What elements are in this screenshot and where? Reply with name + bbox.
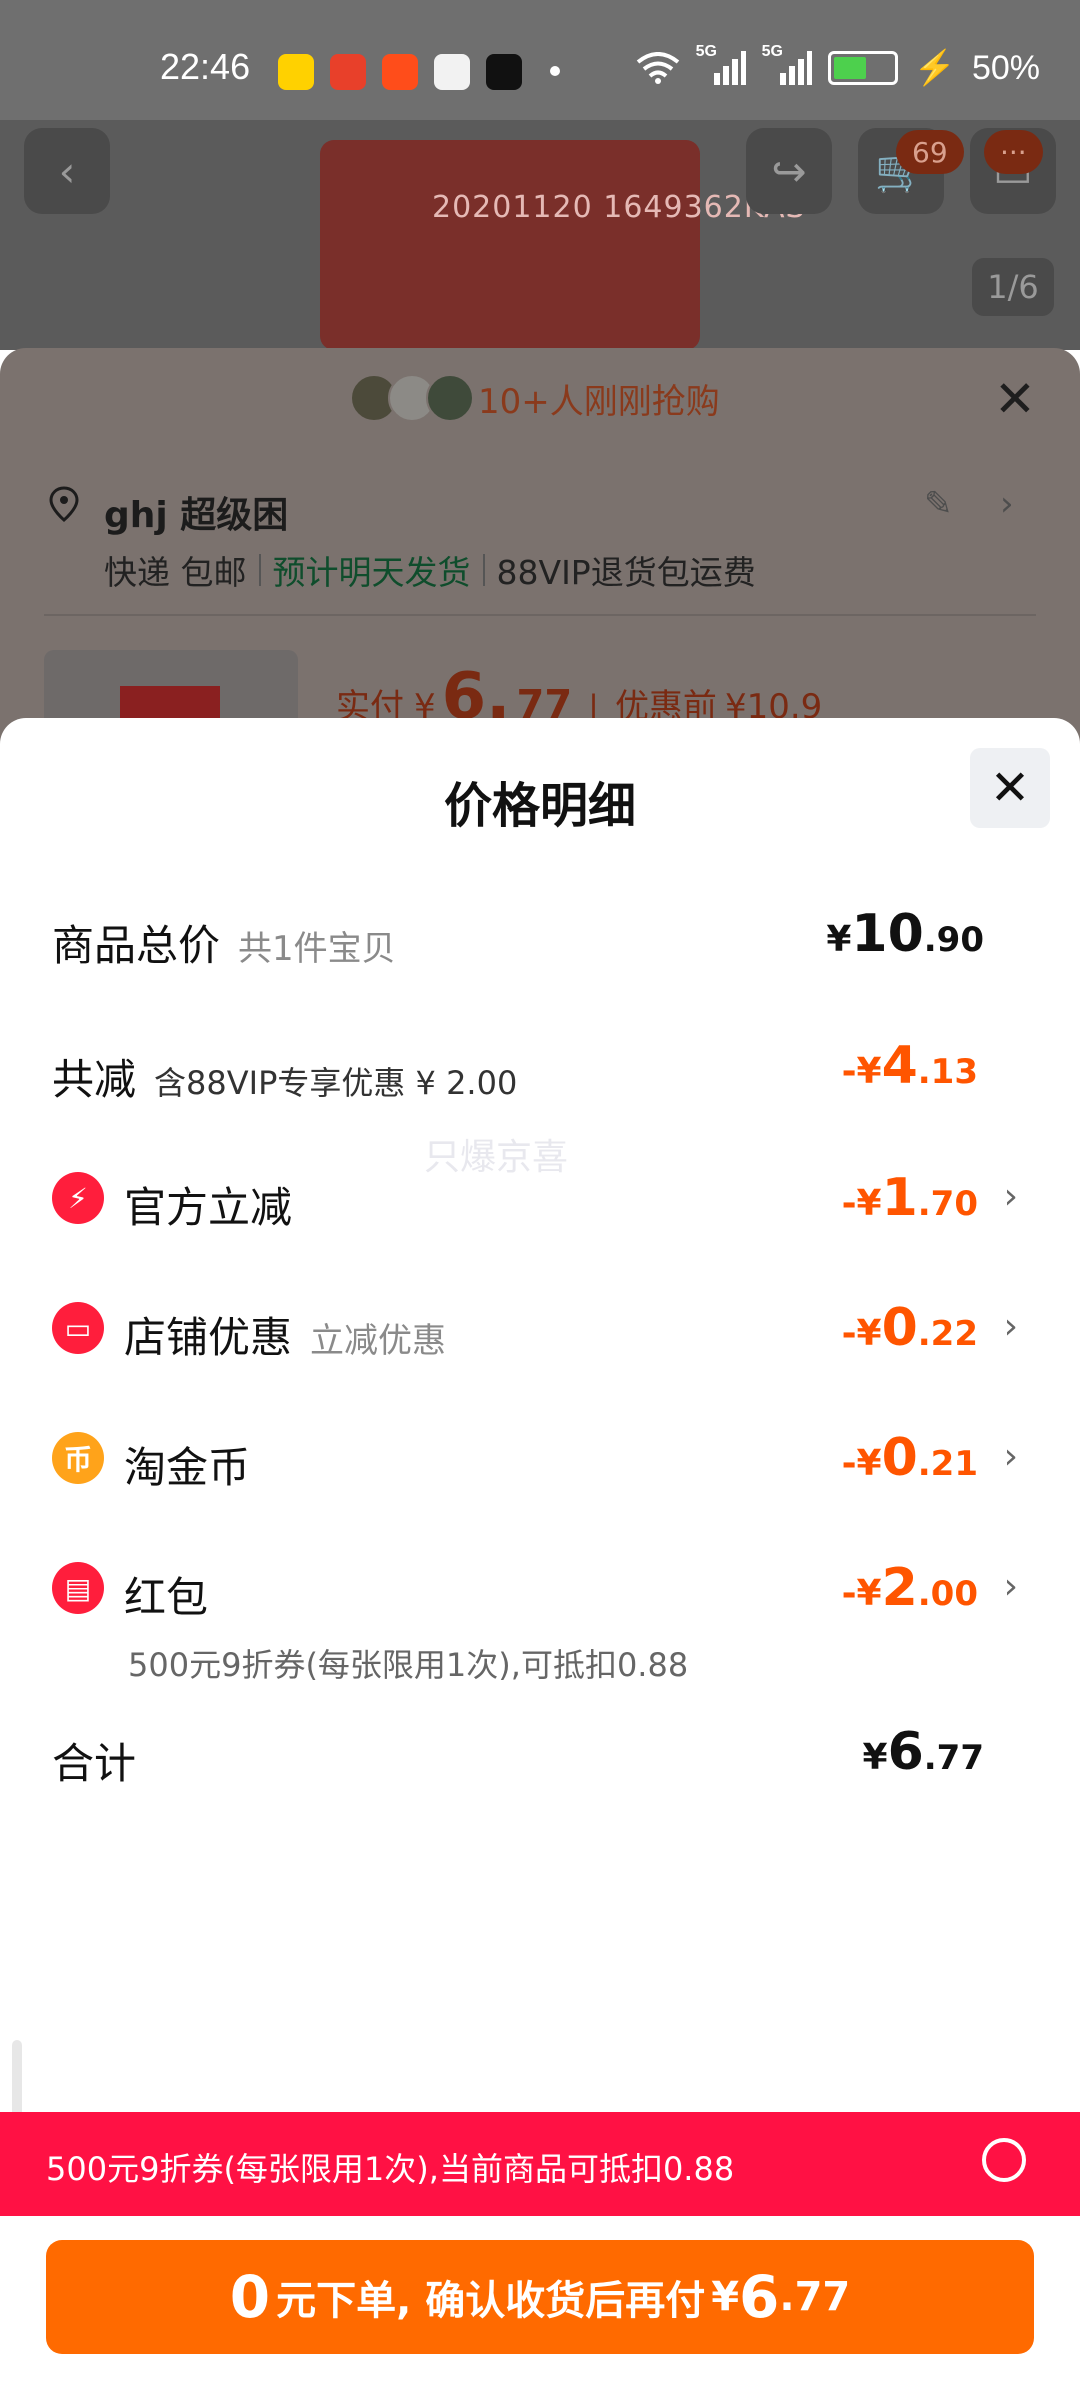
chevron-right-icon[interactable]: › (1004, 1176, 1018, 1217)
red-packet-icon: ▤ (52, 1562, 104, 1614)
tiktok-app-icon (486, 54, 522, 90)
product-image (320, 140, 700, 350)
status-time: 22:46 (160, 46, 251, 87)
coin-discount-row[interactable]: 淘金币 (124, 1434, 250, 1495)
man-app-icon (330, 54, 366, 90)
battery-percent: 50% (971, 48, 1040, 87)
status-indicators: 5G 5G ⚡ 50% (636, 43, 1040, 88)
realme-app-icon (434, 54, 470, 90)
image-pager: 1/6 (972, 258, 1054, 316)
shipping-info: 快递 包邮 预计明天发货 88VIP退货包运费 (104, 546, 756, 594)
coupon-bar-text: 500元9折券(每张限用1次),当前商品可抵扣0.88 (46, 2150, 735, 2188)
official-discount-amount: -¥ 1 .70 (841, 1168, 978, 1228)
sum-amount: ¥ 6 .77 (862, 1722, 984, 1782)
order-sheet-close-icon[interactable]: ✕ (994, 370, 1036, 428)
total-price-label: 商品总价 共1件宝贝 (52, 921, 396, 970)
shopping-app-icon (382, 54, 418, 90)
chevron-right-icon[interactable]: › (1000, 484, 1014, 524)
back-icon: ‹ (58, 146, 76, 196)
shop-discount-amount: -¥ 0 .22 (841, 1298, 978, 1358)
red-packet-amount: -¥ 2 .00 (841, 1558, 978, 1618)
coin-icon: 币 (52, 1432, 104, 1484)
close-icon: ✕ (989, 760, 1031, 816)
divider (44, 614, 1036, 616)
more-badge: ··· (984, 130, 1043, 174)
meituan-app-icon (278, 54, 314, 90)
status-bar: 22:46 5G 5G ⚡ 50% (0, 0, 1080, 120)
charging-icon: ⚡ (913, 49, 956, 87)
total-price-amount: ¥ 10 .90 (826, 904, 984, 964)
shipping-eta: 预计明天发货 (272, 553, 471, 592)
address-name[interactable]: ghj 超级困 (104, 486, 288, 538)
total-discount-label: 共减 含88VIP专享优惠 ¥ 2.00 (52, 1055, 518, 1104)
sum-label: 合计 (52, 1739, 137, 1788)
watermark: 只爆京喜 (424, 1137, 569, 1178)
shipping-method: 快递 包邮 (104, 553, 247, 592)
chevron-right-icon[interactable]: › (1004, 1436, 1018, 1477)
red-packet-row[interactable]: 红包 (124, 1564, 208, 1625)
shipping-vip: 88VIP退货包运费 (496, 553, 756, 592)
lightning-icon: ⚡ (52, 1172, 104, 1224)
cart-count-badge: 69 (896, 130, 964, 174)
coupon-radio-button[interactable] (982, 2138, 1026, 2182)
avatar (426, 374, 474, 422)
total-discount-amount: -¥ 4 .13 (841, 1036, 978, 1096)
edit-icon[interactable]: ✎ (924, 484, 953, 524)
close-button[interactable]: ✕ (970, 748, 1050, 828)
order-button[interactable]: 0 元下单, 确认收货后再付 ¥ 6 .77 (46, 2240, 1034, 2354)
battery-icon (827, 51, 898, 85)
share-button[interactable]: ↪ (746, 128, 832, 214)
buyer-avatars (350, 374, 474, 422)
official-discount-row[interactable]: 官方立减 (124, 1174, 292, 1235)
sheet-title: 价格明细 (443, 778, 636, 834)
coin-discount-amount: -¥ 0 .21 (841, 1428, 978, 1488)
recent-buyers-text: 10+人刚刚抢购 (478, 382, 720, 422)
shop-icon: ▭ (52, 1302, 104, 1354)
more-notifications-dot (550, 66, 560, 76)
signal-5g-2: 5G (762, 43, 812, 85)
signal-5g-1: 5G (696, 43, 746, 85)
wifi-icon (636, 52, 679, 84)
shop-discount-row[interactable]: 店铺优惠 立减优惠 (124, 1304, 446, 1365)
share-icon: ↪ (771, 146, 807, 196)
chevron-right-icon[interactable]: › (1004, 1566, 1018, 1607)
back-button[interactable]: ‹ (24, 128, 110, 214)
red-packet-note: 500元9折券(每张限用1次),可抵扣0.88 (128, 1646, 689, 1684)
location-icon (49, 486, 79, 522)
chevron-right-icon[interactable]: › (1004, 1306, 1018, 1347)
